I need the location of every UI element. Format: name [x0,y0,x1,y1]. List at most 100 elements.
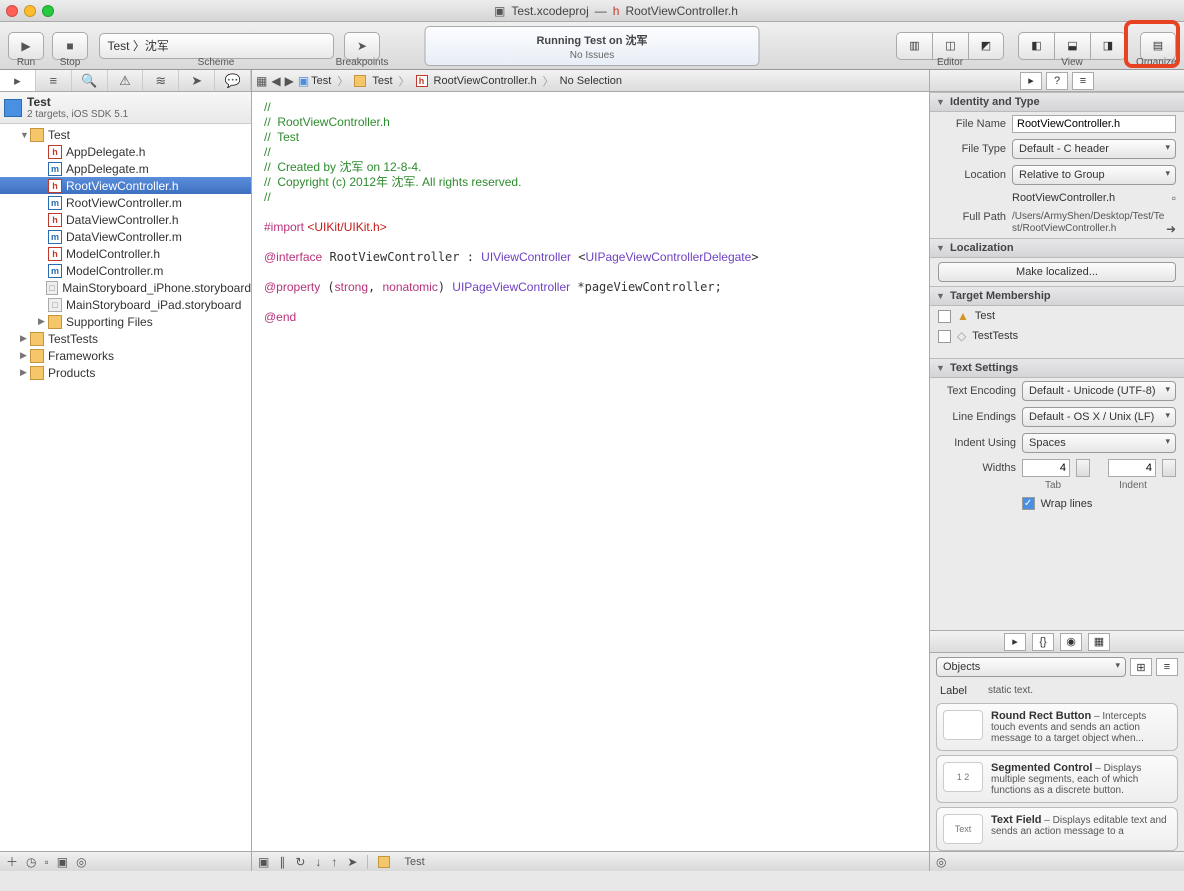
wrap-lines-checkbox[interactable]: ✓ [1022,497,1035,510]
indent-width-input[interactable] [1108,459,1156,477]
nav-tab-breakpoint-icon[interactable]: ➤ [179,70,215,91]
lib-tab-object-icon[interactable]: ◉ [1060,633,1082,651]
target-section-head[interactable]: ▼Target Membership [930,286,1184,306]
debug-target[interactable]: Test [404,856,424,868]
lib-filter-icon[interactable]: ◎ [936,855,946,869]
disclosure-icon[interactable]: ▶ [20,333,30,344]
jb-item1[interactable]: Test [372,75,392,87]
lib-grid-icon[interactable]: ⊞ [1130,658,1152,676]
localization-section-head[interactable]: ▼Localization [930,238,1184,258]
nav-tab-symbol-icon[interactable]: ≡ [36,70,72,91]
nav-tab-project-icon[interactable]: ▸ [0,70,36,91]
tree-row[interactable]: ▶Frameworks [0,347,251,364]
editor-standard-button[interactable]: ▥ [896,32,932,60]
file-inspector-tab-icon[interactable]: ▸ [1020,72,1042,90]
library-selector[interactable]: Objects [936,657,1126,677]
stepover-icon[interactable]: ↻ [295,855,305,869]
tree-row[interactable]: hDataViewController.h [0,211,251,228]
tree-row[interactable]: ▶TestTests [0,330,251,347]
view-debug-button[interactable]: ⬓ [1054,32,1090,60]
tree-label: RootViewController.m [66,196,182,210]
tree-row[interactable]: mAppDelegate.m [0,160,251,177]
identity-section-head[interactable]: ▼Identity and Type [930,92,1184,112]
tab-width-input[interactable] [1022,459,1070,477]
library-item[interactable]: 1 2Segmented Control – Displays multiple… [936,755,1178,803]
nav-tab-log-icon[interactable]: 💬 [215,70,251,91]
minimize-window-button[interactable] [24,5,36,17]
back-icon[interactable]: ◀ [271,74,280,88]
recent-icon[interactable]: ◷ [26,855,36,869]
stepin-icon[interactable]: ↓ [315,855,321,869]
scheme-selector[interactable]: Test 〉沈军 [99,33,334,59]
run-button[interactable]: ▶ [8,32,44,60]
library-item[interactable]: TextText Field – Displays editable text … [936,807,1178,851]
lib-list-icon[interactable]: ≡ [1156,658,1178,676]
organizer-button[interactable]: ▤ [1140,32,1176,60]
lineend-select[interactable]: Default - OS X / Unix (LF) [1022,407,1176,427]
stop-button[interactable]: ■ [52,32,88,60]
tree-row[interactable]: ▶Supporting Files [0,313,251,330]
disclosure-icon[interactable]: ▶ [20,367,30,378]
quickhelp-tab-icon[interactable]: ? [1046,72,1068,90]
zoom-window-button[interactable] [42,5,54,17]
location-select[interactable]: Relative to Group [1012,165,1176,185]
tab-stepper[interactable] [1076,459,1090,477]
tree-row[interactable]: ▶Products [0,364,251,381]
nav-tab-debug-icon[interactable]: ≋ [143,70,179,91]
tree-row[interactable]: hRootViewController.h [0,177,251,194]
tree-row[interactable]: □MainStoryboard_iPhone.storyboard [0,279,251,296]
tree-row[interactable]: mModelController.m [0,262,251,279]
choose-path-icon[interactable]: ▫ [1172,191,1176,205]
view-utilities-button[interactable]: ◨ [1090,32,1126,60]
location-icon[interactable]: ➤ [347,855,357,869]
breakpoints-button[interactable]: ➤ [344,32,380,60]
library-list[interactable]: Label static text. Round Rect Button – I… [930,681,1184,851]
nav-tab-issue-icon[interactable]: ⚠ [108,70,144,91]
pause-icon[interactable]: ∥ [279,855,285,869]
identity-tab-icon[interactable]: ≡ [1072,72,1094,90]
forward-icon[interactable]: ▶ [285,74,294,88]
indent-stepper[interactable] [1162,459,1176,477]
filetype-select[interactable]: Default - C header [1012,139,1176,159]
view-navigator-button[interactable]: ◧ [1018,32,1054,60]
disclosure-icon[interactable]: ▼ [20,130,30,140]
tree-row[interactable]: ▼Test [0,126,251,143]
lib-tab-media-icon[interactable]: ▦ [1088,633,1110,651]
lib-tab-code-icon[interactable]: {} [1032,633,1054,651]
textset-section-head[interactable]: ▼Text Settings [930,358,1184,378]
tree-row[interactable]: mRootViewController.m [0,194,251,211]
editor-version-button[interactable]: ◩ [968,32,1004,60]
nav-tab-search-icon[interactable]: 🔍 [72,70,108,91]
disclosure-icon[interactable]: ▶ [38,316,48,327]
related-items-icon[interactable]: ▦ [256,74,267,88]
jb-item2[interactable]: RootViewController.h [434,75,537,87]
target-test-checkbox[interactable] [938,310,951,323]
code-editor[interactable]: // // RootViewController.h // Test // //… [252,92,929,851]
jb-item3[interactable]: No Selection [560,75,622,87]
indent-using-select[interactable]: Spaces [1022,433,1176,453]
library-item[interactable]: Round Rect Button – Intercepts touch eve… [936,703,1178,751]
target-tests-checkbox[interactable] [938,330,951,343]
encoding-select[interactable]: Default - Unicode (UTF-8) [1022,381,1176,401]
filter-icon[interactable]: ▣ [57,855,68,869]
disclosure-icon[interactable]: ▶ [20,350,30,361]
jb-item0[interactable]: Test [311,75,331,87]
make-localized-button[interactable]: Make localized... [938,262,1176,282]
editor-assistant-button[interactable]: ◫ [932,32,968,60]
stepout-icon[interactable]: ↑ [331,855,337,869]
jump-bar[interactable]: ▦ ◀ ▶ ▣Test 〉 Test 〉 hRootViewController… [252,70,929,92]
tree-row[interactable]: mDataViewController.m [0,228,251,245]
reveal-icon[interactable]: ➜ [1166,223,1176,235]
debug-toggle-icon[interactable]: ▣ [258,855,269,869]
tree-row[interactable]: □MainStoryboard_iPad.storyboard [0,296,251,313]
tree-row[interactable]: hModelController.h [0,245,251,262]
add-icon[interactable]: ＋ [6,853,18,870]
close-window-button[interactable] [6,5,18,17]
scm-icon[interactable]: ▫ [45,855,49,869]
lib-tab-file-icon[interactable]: ▸ [1004,633,1026,651]
project-header[interactable]: Test 2 targets, iOS SDK 5.1 [0,92,251,124]
filename-input[interactable] [1012,115,1176,133]
filter2-icon[interactable]: ◎ [76,855,86,869]
project-tree[interactable]: ▼TesthAppDelegate.hmAppDelegate.mhRootVi… [0,124,251,851]
tree-row[interactable]: hAppDelegate.h [0,143,251,160]
